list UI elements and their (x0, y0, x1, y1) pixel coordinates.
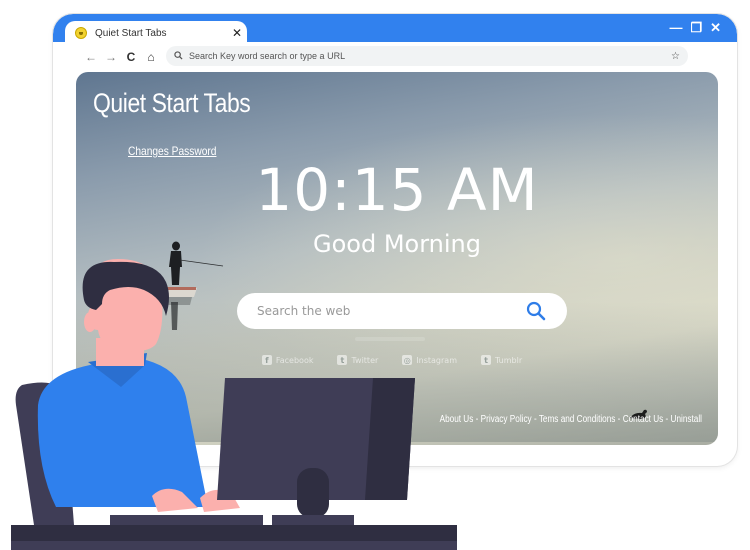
separator: - (531, 414, 539, 425)
browser-window: Quiet Start Tabs ✕ — ❐ ✕ ← → C ⌂ Search … (53, 14, 737, 466)
social-links: f Facebook t Twitter ◎ Instagram t Tumbl… (76, 355, 718, 365)
greeting: Good Morning (313, 230, 481, 258)
tab-title: Quiet Start Tabs (95, 27, 167, 39)
footer-uninstall[interactable]: Uninstall (671, 414, 702, 425)
social-tumblr[interactable]: t Tumblr (480, 355, 523, 365)
social-label: Tumblr (494, 355, 523, 365)
hand-right (200, 489, 240, 512)
web-search-box (237, 293, 567, 329)
back-icon[interactable]: ← (81, 50, 101, 64)
tab-close-icon[interactable]: ✕ (227, 26, 247, 40)
social-label: Instagram (416, 355, 457, 365)
footer-about-us[interactable]: About Us (440, 414, 474, 425)
home-icon[interactable]: ⌂ (141, 50, 161, 64)
hand-left (152, 488, 198, 512)
tumblr-icon: t (480, 355, 491, 365)
reload-icon[interactable]: C (121, 50, 141, 64)
twitter-icon: t (337, 355, 348, 365)
minimize-icon[interactable]: — (669, 20, 682, 36)
address-bar[interactable]: Search Key word search or type a URL ☆ (166, 46, 688, 66)
instagram-icon: ◎ (402, 355, 413, 365)
clock: 10:15 AM (255, 156, 539, 224)
faint-caption (355, 337, 425, 341)
footer-contact-us[interactable]: Contact Us (623, 414, 664, 425)
bookmark-star-icon[interactable]: ☆ (671, 51, 680, 62)
monitor-stand (297, 468, 329, 518)
forward-icon[interactable]: → (101, 50, 121, 64)
window-controls: — ❐ ✕ (669, 20, 721, 36)
browser-tab[interactable]: Quiet Start Tabs ✕ (65, 21, 247, 45)
facebook-icon: f (261, 355, 272, 365)
browser-toolbar: ← → C ⌂ Search Key word search or type a… (53, 45, 737, 69)
search-input[interactable] (257, 304, 525, 318)
magnifier-icon (526, 301, 546, 321)
address-placeholder: Search Key word search or type a URL (189, 51, 346, 61)
desk-front (11, 541, 457, 550)
favicon-icon (75, 27, 87, 39)
restore-icon[interactable]: ❐ (690, 20, 702, 36)
social-label: Facebook (275, 355, 314, 365)
title-bar: Quiet Start Tabs ✕ — ❐ ✕ (53, 14, 737, 45)
stage: Quiet Start Tabs ✕ — ❐ ✕ ← → C ⌂ Search … (0, 0, 750, 550)
search-icon (174, 50, 183, 62)
search-button[interactable] (525, 300, 547, 322)
social-facebook[interactable]: f Facebook (261, 355, 314, 365)
footer-links: About Us - Privacy Policy - Tems and Con… (440, 414, 702, 425)
social-label: Twitter (351, 355, 379, 365)
monitor-base (272, 515, 354, 525)
desk (11, 525, 457, 541)
brand-title: Quiet Start Tabs (93, 88, 251, 118)
footer-privacy-policy[interactable]: Privacy Policy (481, 414, 532, 425)
new-tab-page: Quiet Start Tabs Changes Password 10:15 … (76, 72, 718, 445)
keyboard (110, 515, 263, 525)
footer-terms[interactable]: Tems and Conditions (539, 414, 616, 425)
social-twitter[interactable]: t Twitter (337, 355, 378, 365)
separator: - (663, 414, 671, 425)
separator: - (473, 414, 481, 425)
social-instagram[interactable]: ◎ Instagram (402, 355, 457, 365)
close-window-icon[interactable]: ✕ (710, 20, 721, 36)
